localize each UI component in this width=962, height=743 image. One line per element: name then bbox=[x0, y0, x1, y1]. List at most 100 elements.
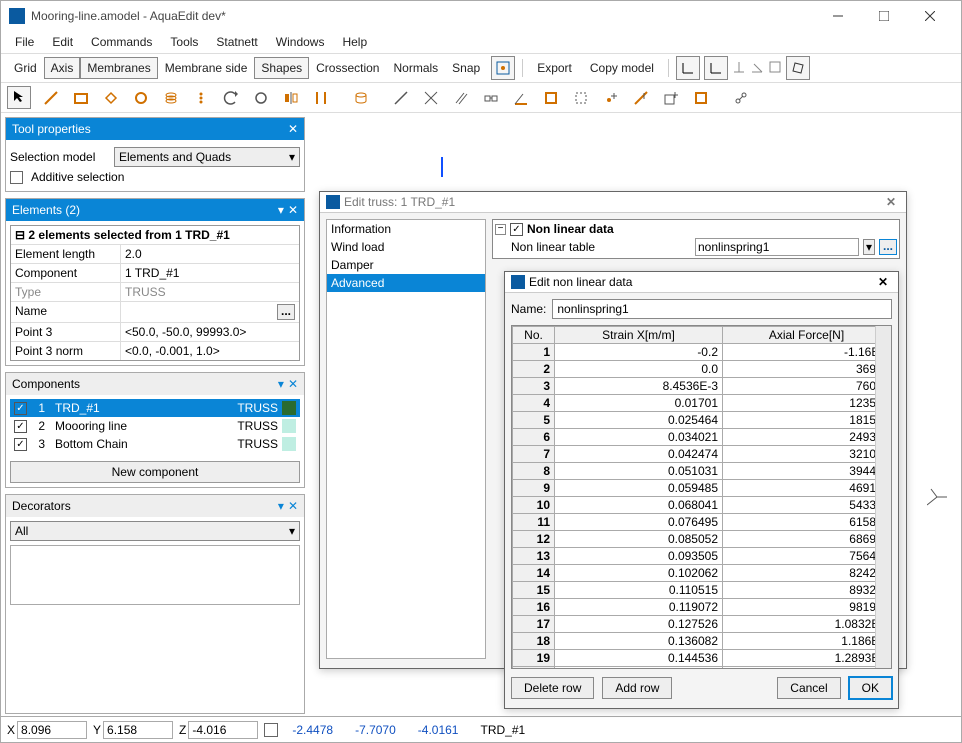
circle-tool-icon[interactable] bbox=[131, 88, 151, 108]
truss-nav-information[interactable]: Information bbox=[327, 220, 485, 238]
truss-nav-damper[interactable]: Damper bbox=[327, 256, 485, 274]
col-header[interactable]: Strain X[m/m] bbox=[555, 327, 723, 344]
select-tool[interactable] bbox=[7, 86, 31, 109]
connector-icon[interactable] bbox=[481, 88, 501, 108]
z-field[interactable] bbox=[188, 721, 258, 739]
maximize-button[interactable] bbox=[861, 1, 907, 31]
minimize-button[interactable] bbox=[815, 1, 861, 31]
prop-val[interactable]: 2.0 bbox=[121, 245, 299, 263]
x-field[interactable] bbox=[17, 721, 87, 739]
chevron-down-icon[interactable]: ▾ bbox=[278, 377, 284, 391]
table-row[interactable]: 1-0.2-1.16E5 bbox=[513, 344, 891, 361]
cancel-button[interactable]: Cancel bbox=[777, 677, 840, 699]
nonlinear-checkbox[interactable]: ✓ bbox=[510, 223, 523, 236]
sel-rect-icon[interactable] bbox=[541, 88, 561, 108]
col-header[interactable]: No. bbox=[513, 327, 555, 344]
table-row[interactable]: 20.0369.0 bbox=[513, 361, 891, 378]
close-button[interactable] bbox=[907, 1, 953, 31]
toggle-axis[interactable]: Axis bbox=[44, 57, 81, 79]
gap-icon[interactable] bbox=[311, 88, 331, 108]
scrollbar[interactable] bbox=[875, 326, 891, 668]
chevron-down-icon[interactable]: ▾ bbox=[863, 239, 875, 255]
chevron-down-icon[interactable]: ▾ bbox=[278, 499, 284, 513]
menu-help[interactable]: Help bbox=[334, 33, 375, 51]
toggle-membrane-side[interactable]: Membrane side bbox=[158, 57, 255, 79]
prop-val[interactable]: TRUSS bbox=[121, 283, 299, 301]
component-row[interactable]: ✓3Bottom ChainTRUSS bbox=[10, 435, 300, 453]
table-row[interactable]: 130.0935057564.0 bbox=[513, 548, 891, 565]
close-icon[interactable]: ✕ bbox=[882, 195, 900, 209]
toggle-crossection[interactable]: Crossection bbox=[309, 57, 386, 79]
chevron-down-icon[interactable]: ▾ bbox=[278, 203, 284, 217]
parallel-icon[interactable] bbox=[451, 88, 471, 108]
orange-rect-icon[interactable] bbox=[691, 88, 711, 108]
menu-file[interactable]: File bbox=[7, 33, 42, 51]
stack-tool-icon[interactable] bbox=[161, 88, 181, 108]
toggle-membranes[interactable]: Membranes bbox=[80, 57, 157, 79]
table-row[interactable]: 70.0424743210.0 bbox=[513, 446, 891, 463]
table-row[interactable]: 160.1190729819.0 bbox=[513, 599, 891, 616]
link-icon[interactable] bbox=[731, 88, 751, 108]
selection-model-select[interactable]: Elements and Quads ▾ bbox=[114, 147, 300, 167]
table-row[interactable]: 170.1275261.0832E4 bbox=[513, 616, 891, 633]
toggle-shapes[interactable]: Shapes bbox=[254, 57, 309, 79]
decorators-filter[interactable]: All ▾ bbox=[10, 521, 300, 541]
ring-icon[interactable] bbox=[251, 88, 271, 108]
mirror-h-icon[interactable] bbox=[281, 88, 301, 108]
add-point-icon[interactable] bbox=[601, 88, 621, 108]
nldata-titlebar[interactable]: Edit non linear data ✕ bbox=[505, 272, 898, 293]
point-stack-icon[interactable] bbox=[191, 88, 211, 108]
component-checkbox[interactable]: ✓ bbox=[14, 438, 27, 451]
align-icon-2[interactable] bbox=[750, 60, 764, 77]
table-row[interactable]: 140.1020628242.0 bbox=[513, 565, 891, 582]
delete-row-button[interactable]: Delete row bbox=[511, 677, 594, 699]
menu-windows[interactable]: Windows bbox=[268, 33, 333, 51]
prop-val[interactable]: <0.0, -0.001, 1.0> bbox=[121, 342, 299, 360]
table-row[interactable]: 190.1445361.2893E4 bbox=[513, 650, 891, 667]
nldata-name-field[interactable] bbox=[552, 299, 892, 319]
sel-rect-dashed-icon[interactable] bbox=[571, 88, 591, 108]
component-row[interactable]: ✓1TRD_#1TRUSS bbox=[10, 399, 300, 417]
ok-button[interactable]: OK bbox=[849, 677, 892, 699]
snap-toggle[interactable] bbox=[264, 723, 278, 737]
toggle-grid[interactable]: Grid bbox=[7, 57, 44, 79]
table-row[interactable]: 50.0254641815.0 bbox=[513, 412, 891, 429]
edit-button[interactable]: ... bbox=[277, 304, 295, 320]
add-row-button[interactable]: Add row bbox=[602, 677, 672, 699]
close-icon[interactable]: ✕ bbox=[288, 203, 298, 217]
table-row[interactable]: 150.1105158932.0 bbox=[513, 582, 891, 599]
toggle-normals[interactable]: Normals bbox=[386, 57, 445, 79]
view-xz-icon[interactable] bbox=[704, 56, 728, 80]
menu-commands[interactable]: Commands bbox=[83, 33, 160, 51]
angle-icon[interactable] bbox=[511, 88, 531, 108]
menu-edit[interactable]: Edit bbox=[44, 33, 81, 51]
diag-line-icon[interactable] bbox=[391, 88, 411, 108]
table-row[interactable]: 90.0594854691.0 bbox=[513, 480, 891, 497]
add-rect-icon[interactable] bbox=[661, 88, 681, 108]
table-row[interactable]: 60.0340212493.0 bbox=[513, 429, 891, 446]
align-icon-3[interactable] bbox=[768, 60, 782, 77]
table-row[interactable]: 80.0510313944.0 bbox=[513, 463, 891, 480]
propgrid-group[interactable]: ⊟ 2 elements selected from 1 TRD_#1 bbox=[11, 226, 299, 244]
table-row[interactable]: 110.0764956158.0 bbox=[513, 514, 891, 531]
close-icon[interactable]: ✕ bbox=[288, 377, 298, 391]
prop-val[interactable]: 1 TRD_#1 bbox=[121, 264, 299, 282]
export-button[interactable]: Export bbox=[530, 57, 579, 79]
edit-truss-titlebar[interactable]: Edit truss: 1 TRD_#1 ✕ bbox=[320, 192, 906, 213]
nonlinear-table-edit-button[interactable]: ... bbox=[879, 239, 897, 255]
perspective-icon[interactable] bbox=[786, 56, 810, 80]
col-header[interactable]: Axial Force[N] bbox=[723, 327, 891, 344]
undo-icon[interactable] bbox=[221, 88, 241, 108]
view-xy-icon[interactable] bbox=[676, 56, 700, 80]
close-icon[interactable]: ✕ bbox=[288, 499, 298, 513]
table-row[interactable]: 180.1360821.186E4 bbox=[513, 633, 891, 650]
nldata-table[interactable]: No.Strain X[m/m]Axial Force[N] 1-0.2-1.1… bbox=[512, 326, 891, 669]
table-row[interactable]: 120.0850526869.0 bbox=[513, 531, 891, 548]
prop-val[interactable]: <50.0, -50.0, 99993.0> bbox=[121, 323, 299, 341]
y-field[interactable] bbox=[103, 721, 173, 739]
rect-tool-icon[interactable] bbox=[71, 88, 91, 108]
menu-tools[interactable]: Tools bbox=[162, 33, 206, 51]
table-row[interactable]: 100.0680415433.0 bbox=[513, 497, 891, 514]
cross-icon[interactable] bbox=[421, 88, 441, 108]
align-icon-1[interactable] bbox=[732, 60, 746, 77]
